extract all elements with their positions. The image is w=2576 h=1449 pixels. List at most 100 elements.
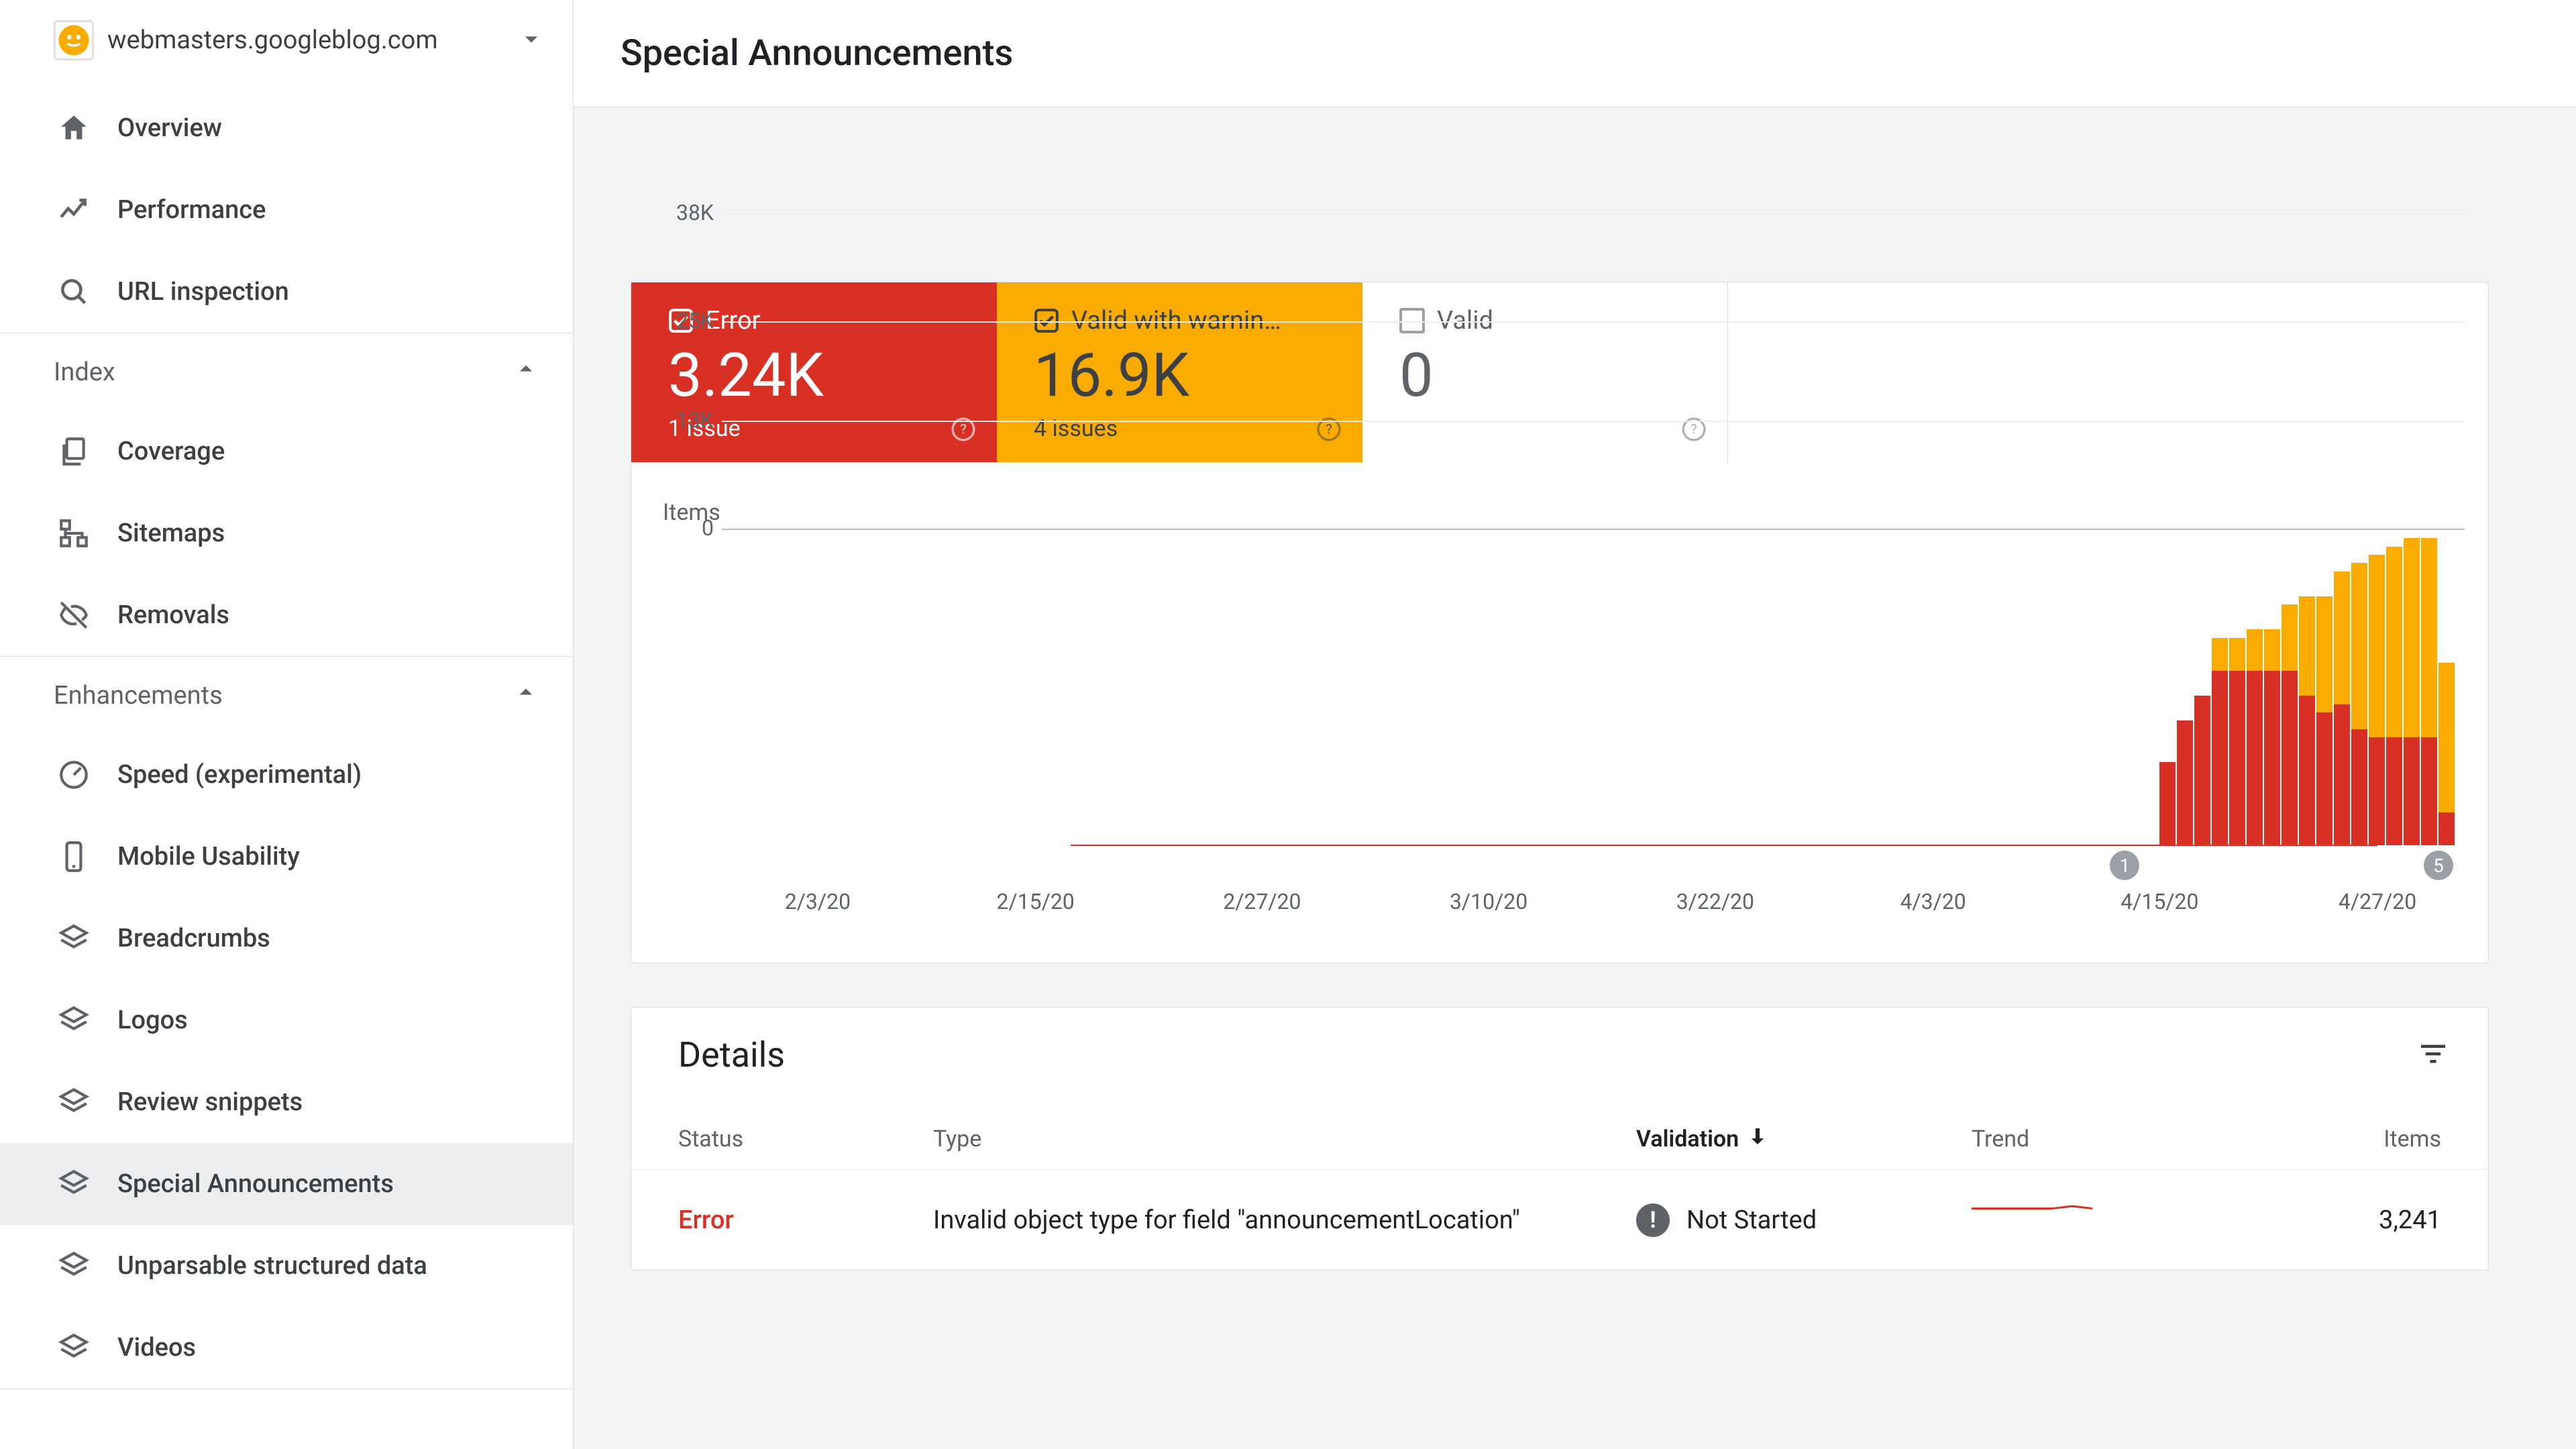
summary-warning-tile[interactable]: Valid with warnin… 16.9K 4 issues ? [997, 282, 1362, 462]
chart-bar[interactable] [2264, 629, 2280, 845]
cell-items: 3,241 [2267, 1205, 2441, 1235]
bar-segment-error [2369, 737, 2385, 845]
chart-bar[interactable] [2177, 720, 2193, 845]
sidebar-item-unparse[interactable]: Unparsable structured data [0, 1225, 573, 1307]
chart-marker[interactable]: 1 [2110, 851, 2139, 880]
bar-segment-warning [2264, 629, 2280, 671]
col-validation[interactable]: Validation [1636, 1124, 1972, 1155]
summary-row: Error 3.24K 1 issue ? Vali [631, 282, 2488, 462]
sidebar-item-label: Special Announcements [117, 1169, 394, 1199]
bar-segment-error [2351, 729, 2367, 845]
sidebar-item-label: Unparsable structured data [117, 1251, 427, 1281]
bar-segment-warning [2351, 563, 2367, 729]
sidebar-item-mobile[interactable]: Mobile Usability [0, 816, 573, 898]
details-header-row: Status Type Validation Trend Items [631, 1109, 2488, 1169]
items-chart: Items 013K25K38K 2/3/202/15/202/27/203/1… [631, 462, 2488, 963]
bar-segment-error [2299, 696, 2315, 845]
chart-bar[interactable] [2438, 663, 2455, 845]
dropdown-icon [517, 24, 546, 56]
y-tick-label: 25K [655, 308, 714, 333]
x-tick-label: 2/3/20 [785, 889, 851, 914]
col-status[interactable]: Status [678, 1126, 933, 1152]
sidebar-item-performance[interactable]: Performance [0, 169, 573, 251]
chart-bar[interactable] [2247, 629, 2263, 845]
chart-bar[interactable] [2404, 538, 2420, 845]
svg-text:?: ? [1690, 421, 1697, 437]
chart-bar[interactable] [2282, 604, 2298, 845]
summary-card: Error 3.24K 1 issue ? Vali [631, 282, 2489, 963]
chart-bar[interactable] [2159, 762, 2176, 845]
property-icon [54, 20, 94, 60]
y-tick-label: 38K [655, 200, 714, 225]
chart-bar[interactable] [2316, 596, 2332, 845]
sidebar-item-label: Sitemaps [117, 519, 225, 548]
sidebar-item-url[interactable]: URL inspection [0, 251, 573, 333]
gridline: 13K [722, 421, 2465, 422]
sidebar-item-logos[interactable]: Logos [0, 979, 573, 1061]
details-row[interactable]: ErrorInvalid object type for field "anno… [631, 1169, 2488, 1270]
bar-segment-warning [2438, 663, 2455, 812]
sidebar-item-special[interactable]: Special Announcements [0, 1143, 573, 1225]
chart-bar[interactable] [2386, 547, 2402, 845]
summary-warning-sub: 4 issues [1034, 415, 1332, 442]
hidden-icon [54, 598, 94, 632]
bar-segment-error [2212, 671, 2228, 845]
search-icon [54, 275, 94, 309]
chart-bar[interactable] [2299, 596, 2315, 845]
bar-segment-warning [2247, 629, 2263, 671]
sidebar-item-label: Performance [117, 195, 266, 225]
sidebar-item-videos[interactable]: Videos [0, 1307, 573, 1389]
sidebar-item-label: Removals [117, 600, 229, 630]
summary-valid-value: 0 [1399, 342, 1697, 409]
chart-bar[interactable] [2334, 572, 2350, 845]
page-title: Special Announcements [621, 32, 1013, 74]
bar-segment-warning [2421, 538, 2437, 737]
col-type[interactable]: Type [933, 1126, 1636, 1152]
content: Error 3.24K 1 issue ? Vali [574, 107, 2576, 1449]
sidebar-item-removals[interactable]: Removals [0, 574, 573, 656]
chart-bar[interactable] [2351, 563, 2367, 845]
sidebar-item-label: Mobile Usability [117, 842, 300, 871]
layers-icon [54, 1167, 94, 1201]
bar-segment-warning [2229, 638, 2245, 671]
sidebar-section-header[interactable]: Enhancements [0, 657, 573, 734]
sidebar-item-speed[interactable]: Speed (experimental) [0, 734, 573, 816]
bar-segment-warning [2282, 604, 2298, 671]
chart-bar[interactable] [2421, 538, 2437, 845]
sidebar-item-coverage[interactable]: Coverage [0, 411, 573, 492]
sidebar-section-header[interactable]: Index [0, 333, 573, 411]
x-tick-label: 4/15/20 [2121, 889, 2198, 914]
chart-bar[interactable] [2194, 696, 2210, 845]
exclamation-icon: ! [1636, 1203, 1670, 1237]
sidebar-item-bread[interactable]: Breadcrumbs [0, 898, 573, 979]
sidebar-item-label: Videos [117, 1333, 196, 1362]
chart-marker[interactable]: 5 [2424, 851, 2453, 880]
sort-arrow-icon [1746, 1124, 1770, 1155]
gridline: 25K [722, 321, 2465, 323]
sidebar-section-title: Index [54, 358, 115, 387]
cell-trend [1972, 1203, 2267, 1237]
topbar: Special Announcements [574, 0, 2576, 107]
x-tick-label: 3/22/20 [1676, 889, 1754, 914]
sidebar-item-sitemaps[interactable]: Sitemaps [0, 492, 573, 574]
layers-icon [54, 1249, 94, 1283]
sidebar: webmasters.googleblog.com Overview Perfor… [0, 0, 574, 1449]
bar-segment-error [2421, 737, 2437, 845]
chart-bar[interactable] [2229, 638, 2245, 845]
y-tick-label: 13K [655, 407, 714, 433]
property-selector[interactable]: webmasters.googleblog.com [0, 0, 573, 87]
x-tick-label: 4/3/20 [1900, 889, 1966, 914]
col-items[interactable]: Items [2267, 1126, 2441, 1152]
chart-bar[interactable] [2212, 638, 2228, 845]
main: Special Announcements Error 3.24K 1 issu… [574, 0, 2576, 1449]
sidebar-item-review[interactable]: Review snippets [0, 1061, 573, 1143]
x-tick-label: 4/27/20 [2339, 889, 2416, 914]
trend-icon [54, 193, 94, 227]
bar-segment-warning [2212, 638, 2228, 671]
summary-valid-tile[interactable]: Valid 0 ? [1362, 282, 1728, 462]
chart-bar[interactable] [2369, 555, 2385, 845]
bar-segment-error [2316, 712, 2332, 845]
sidebar-item-overview[interactable]: Overview [0, 87, 573, 169]
filter-icon[interactable] [2415, 1036, 2451, 1075]
col-trend[interactable]: Trend [1972, 1126, 2267, 1152]
